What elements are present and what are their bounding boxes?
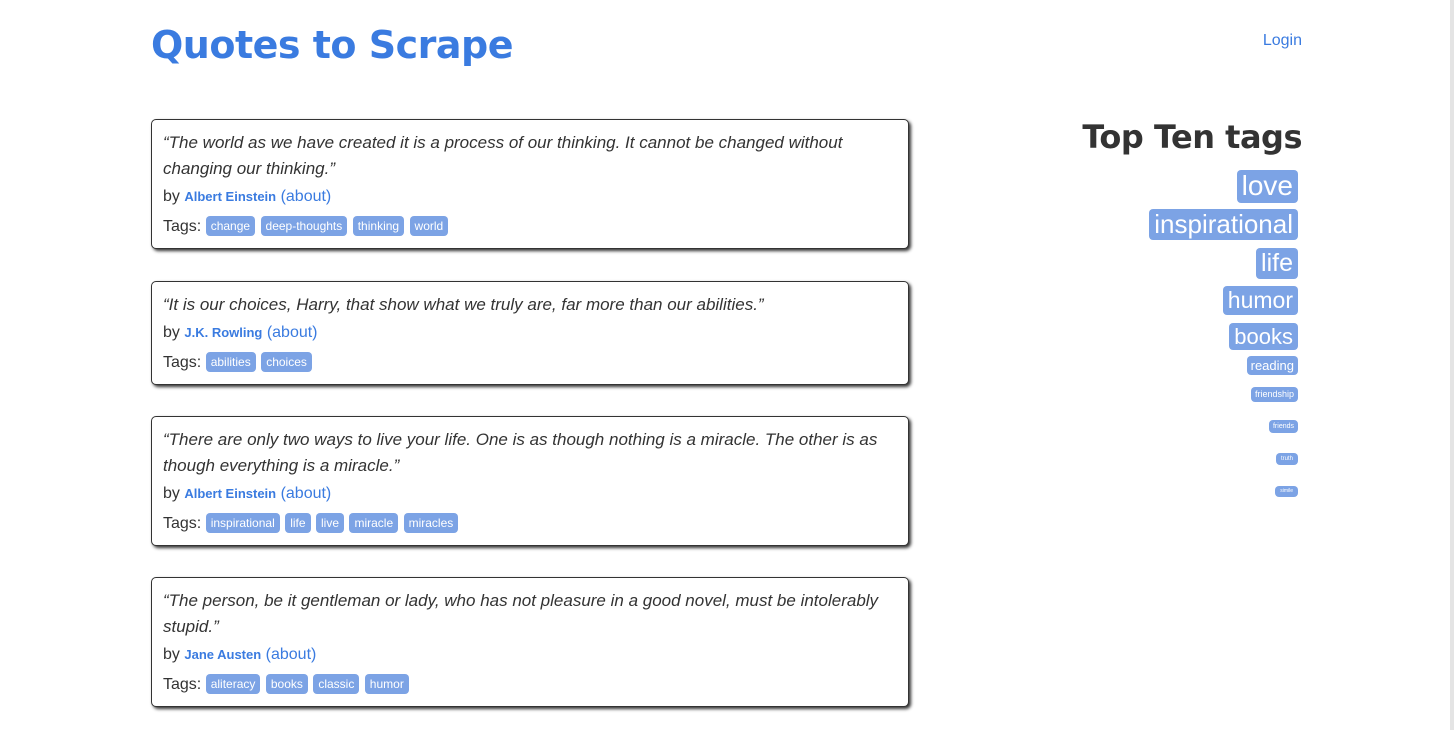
tag-cloud-humor[interactable]: humor bbox=[1222, 286, 1298, 315]
by-label: by bbox=[163, 646, 180, 663]
tag-cloud-truth[interactable]: truth bbox=[1275, 453, 1298, 465]
quote-text: “It is our choices, Harry, that show wha… bbox=[163, 295, 764, 314]
quote-card: “It is our choices, Harry, that show wha… bbox=[151, 281, 909, 385]
tag-link[interactable]: live bbox=[316, 513, 345, 533]
quote-author-line: by Albert Einstein (about) bbox=[163, 187, 897, 207]
quote-tags: Tags: inspirational life live miracle mi… bbox=[163, 513, 897, 534]
tags-label: Tags: bbox=[163, 218, 202, 235]
tag-link[interactable]: abilities bbox=[205, 352, 256, 372]
quote-list: “The world as we have created it is a pr… bbox=[151, 119, 909, 730]
tag-cloud-simile[interactable]: simile bbox=[1275, 486, 1298, 497]
quote-author-line: by Albert Einstein (about) bbox=[163, 484, 897, 504]
tag-cloud-reading[interactable]: reading bbox=[1246, 356, 1298, 375]
quote-author-line: by J.K. Rowling (about) bbox=[163, 323, 897, 343]
tags-label: Tags: bbox=[163, 515, 202, 532]
author-name: Jane Austen bbox=[184, 647, 262, 662]
page: Quotes to Scrape Login “The world as we … bbox=[0, 0, 1454, 730]
tag-link[interactable]: thinking bbox=[352, 216, 405, 236]
tag-cloud-books[interactable]: books bbox=[1229, 323, 1298, 350]
tag-cloud-inspirational[interactable]: inspirational bbox=[1149, 209, 1298, 240]
author-about-link[interactable]: (about) bbox=[281, 485, 332, 502]
scrollbar-track[interactable] bbox=[1450, 0, 1454, 730]
quote-tags: Tags: change deep-thoughts thinking worl… bbox=[163, 216, 897, 237]
tag-cloud-love[interactable]: love bbox=[1236, 170, 1298, 203]
tags-label: Tags: bbox=[163, 676, 202, 693]
tag-link[interactable]: life bbox=[285, 513, 311, 533]
tag-link[interactable]: miracles bbox=[403, 513, 459, 533]
top-tags-heading: Top Ten tags bbox=[1082, 118, 1302, 156]
by-label: by bbox=[163, 324, 180, 341]
tag-link[interactable]: inspirational bbox=[205, 513, 280, 533]
tag-link[interactable]: humor bbox=[364, 674, 409, 694]
tag-link[interactable]: world bbox=[409, 216, 449, 236]
author-about-link[interactable]: (about) bbox=[267, 324, 318, 341]
top-tags-sidebar: Top Ten tags love inspirational life hum… bbox=[1002, 114, 1303, 497]
tag-link[interactable]: choices bbox=[261, 352, 312, 372]
author-name: Albert Einstein bbox=[184, 486, 277, 501]
quote-tags: Tags: abilities choices bbox=[163, 352, 897, 373]
quote-text: “The world as we have created it is a pr… bbox=[163, 133, 843, 178]
tag-cloud-friends[interactable]: friends bbox=[1268, 420, 1298, 433]
author-about-link[interactable]: (about) bbox=[266, 646, 317, 663]
tag-link[interactable]: books bbox=[265, 674, 308, 694]
author-name: J.K. Rowling bbox=[184, 325, 263, 340]
quote-text: “There are only two ways to live your li… bbox=[163, 430, 878, 475]
site-title-link[interactable]: Quotes to Scrape bbox=[151, 19, 514, 71]
tag-link[interactable]: change bbox=[205, 216, 256, 236]
quote-card: “The world as we have created it is a pr… bbox=[151, 119, 909, 249]
quote-card: “There are only two ways to live your li… bbox=[151, 416, 909, 546]
by-label: by bbox=[163, 188, 180, 205]
quote-author-line: by Jane Austen (about) bbox=[163, 645, 897, 665]
tag-cloud-friendship[interactable]: friendship bbox=[1250, 387, 1298, 402]
author-name: Albert Einstein bbox=[184, 189, 277, 204]
tag-cloud-life[interactable]: life bbox=[1256, 248, 1298, 279]
quote-card: “The person, be it gentleman or lady, wh… bbox=[151, 577, 909, 707]
tag-link[interactable]: classic bbox=[313, 674, 360, 694]
tag-link[interactable]: deep-thoughts bbox=[260, 216, 348, 236]
by-label: by bbox=[163, 485, 180, 502]
tag-link[interactable]: miracle bbox=[349, 513, 399, 533]
tag-link[interactable]: aliteracy bbox=[205, 674, 261, 694]
login-link[interactable]: Login bbox=[1263, 31, 1302, 51]
quote-tags: Tags: aliteracy books classic humor bbox=[163, 674, 897, 695]
quote-text: “The person, be it gentleman or lady, wh… bbox=[163, 591, 879, 636]
tags-label: Tags: bbox=[163, 354, 202, 371]
author-about-link[interactable]: (about) bbox=[281, 188, 332, 205]
